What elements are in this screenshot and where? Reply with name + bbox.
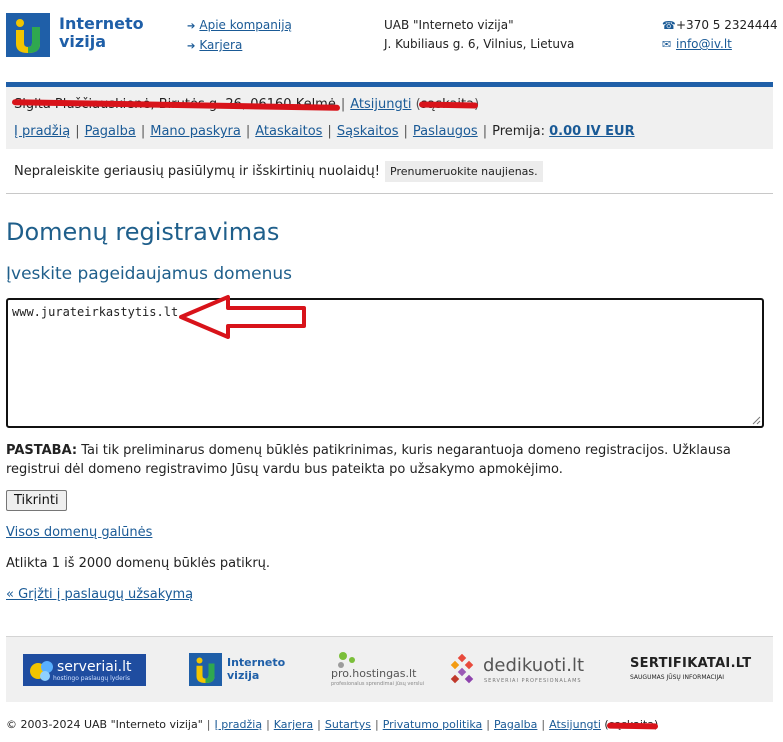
- nav-invoices[interactable]: Sąskaitos: [337, 124, 399, 139]
- premija-label: Premija:: [492, 124, 545, 139]
- nav-help[interactable]: Pagalba: [85, 124, 136, 139]
- email-link[interactable]: info@iv.lt: [676, 37, 732, 51]
- company-name: UAB "Interneto vizija": [384, 18, 514, 32]
- note-text: Tai tik preliminarus domenų būklės patik…: [6, 443, 731, 477]
- footer-home-link[interactable]: Į pradžią: [215, 718, 263, 731]
- partner-tagline: SERVERIAI PROFESIONALAMS: [484, 678, 582, 684]
- page-title: Domenų registravimas: [6, 218, 280, 246]
- partner-name: SERTIFIKATAI.LT: [630, 656, 752, 671]
- logo-mark-icon: [189, 653, 222, 686]
- arrow-icon: ➔: [187, 21, 196, 32]
- check-button[interactable]: Tikrinti: [6, 490, 67, 511]
- newsletter-text: Nepraleiskite geriausių pasiūlymų ir išs…: [14, 164, 380, 179]
- partner-name-line1: Interneto: [227, 656, 286, 669]
- divider: [6, 193, 773, 194]
- newsletter-row: Nepraleiskite geriausių pasiūlymų ir išs…: [14, 161, 543, 182]
- partner-sertifikatai-logo[interactable]: SERTIFIKATAI.LT SAUGUMAS JŪSŲ INFORMACIJ…: [630, 656, 751, 686]
- partners-bar: serveriai.lt hostingo paslaugų lyderis I…: [6, 636, 773, 702]
- account-nav: Į pradžią | Pagalba | Mano paskyra | Ataskaito…: [14, 124, 635, 139]
- diamond-grid-icon: [450, 654, 474, 684]
- domains-textarea[interactable]: www.jurateirkastytis.lt: [6, 298, 764, 428]
- partner-tagline: SAUGUMAS JŪSŲ INFORMACIJAI: [630, 674, 724, 681]
- bubbles-icon: [30, 661, 53, 681]
- back-to-services-link[interactable]: « Grįžti į paslaugų užsakymą: [6, 587, 193, 602]
- footer-contracts-link[interactable]: Sutartys: [325, 718, 371, 731]
- contacts: ☎+370 5 2324444 ✉ info@iv.lt: [662, 16, 778, 54]
- footer-help-link[interactable]: Pagalba: [494, 718, 537, 731]
- footer: © 2003-2024 UAB "Interneto vizija" | Į pra…: [6, 718, 659, 731]
- note-label: PASTABA:: [6, 443, 78, 458]
- partner-serveriai-logo[interactable]: serveriai.lt hostingo paslaugų lyderis: [23, 654, 146, 686]
- company-info: UAB "Interneto vizija" J. Kubiliaus g. 6…: [384, 16, 574, 54]
- redacted-account: sąskaita: [420, 97, 475, 112]
- footer-logout-link[interactable]: Atsijungti: [549, 718, 601, 731]
- career-link[interactable]: Karjera: [199, 38, 242, 52]
- all-tlds-link[interactable]: Visos domenų galūnės: [6, 525, 152, 540]
- partner-prohostingas-logo[interactable]: pro.hostingas.lt profesionalus sprendima…: [331, 651, 424, 689]
- subscribe-button[interactable]: Prenumeruokite naujienas.: [385, 161, 543, 182]
- partner-tagline: profesionalus sprendimai jūsų verslui: [331, 681, 425, 687]
- partner-name-line2: vizija: [227, 669, 260, 682]
- copyright: © 2003-2024 UAB "Interneto vizija": [6, 718, 203, 731]
- logo-mark-icon: [6, 13, 50, 57]
- resize-grip-icon[interactable]: [751, 415, 761, 425]
- partner-name: dedikuoti.lt: [483, 655, 585, 676]
- nav-home[interactable]: Į pradžią: [14, 124, 70, 139]
- logo-text-line2: vizija: [59, 32, 106, 51]
- footer-career-link[interactable]: Karjera: [274, 718, 313, 731]
- partner-tagline: hostingo paslaugų lyderis: [53, 675, 131, 682]
- nav-reports[interactable]: Ataskaitos: [255, 124, 322, 139]
- footer-redacted: sąskaita: [608, 718, 654, 731]
- premija-value[interactable]: 0.00 IV EUR: [549, 124, 634, 139]
- partner-interneto-vizija-logo[interactable]: Interneto vizija: [189, 653, 286, 687]
- interneto-vizija-logo[interactable]: Interneto vizija: [6, 13, 144, 57]
- note-paragraph: PASTABA: Tai tik preliminarus domenų būk…: [6, 441, 771, 479]
- account-user-line: Sigita Pluščiauskienė, Birutės g. 26, 06…: [14, 97, 480, 112]
- about-company-link[interactable]: Apie kompaniją: [199, 18, 292, 32]
- footer-privacy-link[interactable]: Privatumo politika: [383, 718, 483, 731]
- redacted-user-info: Sigita Pluščiauskienė, Birutės g. 26, 06…: [14, 97, 336, 112]
- arrow-icon: ➔: [187, 41, 196, 52]
- red-callout-arrow-icon: [179, 295, 306, 339]
- nav-my-account[interactable]: Mano paskyra: [150, 124, 241, 139]
- logo-text-line1: Interneto: [59, 14, 144, 33]
- nav-services[interactable]: Paslaugos: [413, 124, 478, 139]
- phone-number: +370 5 2324444: [676, 18, 778, 32]
- page-subtitle: Įveskite pageidaujamus domenus: [6, 264, 293, 284]
- account-bar: Sigita Pluščiauskienė, Birutės g. 26, 06…: [6, 82, 773, 149]
- partner-dedikuoti-logo[interactable]: dedikuoti.lt SERVERIAI PROFESIONALAMS: [446, 653, 586, 687]
- phone-icon: ☎: [662, 19, 676, 32]
- partner-name: pro.hostingas.lt: [331, 667, 417, 680]
- header-links: ➔ Apie kompaniją ➔ Karjera: [187, 16, 292, 56]
- logout-link[interactable]: Atsijungti: [350, 97, 411, 112]
- partner-name: serveriai.lt: [57, 659, 132, 675]
- company-address: J. Kubiliaus g. 6, Vilnius, Lietuva: [384, 37, 575, 51]
- checks-counter: Atlikta 1 iš 2000 domenų būklės patikrų.: [6, 556, 271, 571]
- email-icon: ✉: [662, 38, 672, 51]
